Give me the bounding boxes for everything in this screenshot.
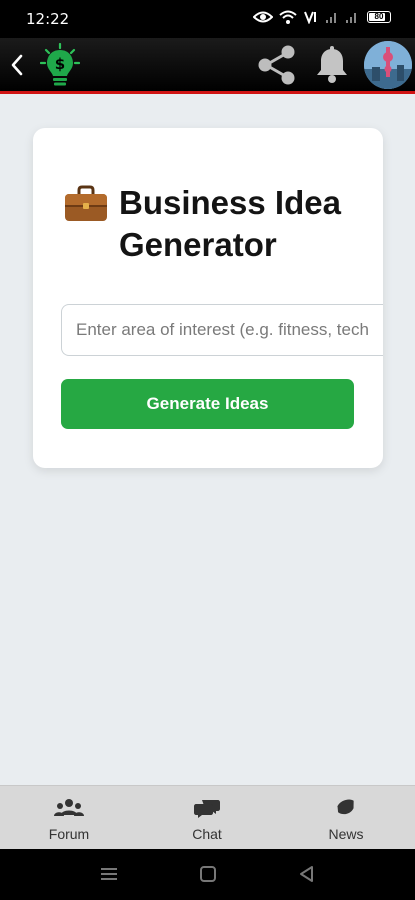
bottom-nav: Forum Chat News	[0, 785, 415, 849]
lightbulb-dollar-logo: $	[39, 42, 81, 86]
back-button[interactable]	[6, 51, 30, 79]
battery-icon: 80	[367, 11, 391, 23]
avatar[interactable]	[364, 41, 412, 89]
chat-bubbles-icon	[194, 800, 220, 818]
nav-label-news: News	[328, 826, 364, 842]
nav-item-chat[interactable]: Chat	[138, 786, 276, 850]
status-time: 12:22	[26, 10, 70, 28]
share-icon	[258, 45, 295, 85]
back-arrow-icon	[11, 54, 23, 76]
interest-input[interactable]	[61, 304, 383, 356]
home-icon[interactable]	[199, 865, 217, 883]
avatar-image	[364, 41, 412, 89]
back-triangle-icon[interactable]	[298, 865, 316, 883]
generate-ideas-button[interactable]: Generate Ideas	[61, 379, 354, 429]
battery-percent: 80	[374, 12, 384, 21]
volte-icon	[304, 11, 316, 24]
idea-generator-card: Business Idea Generator Generate Ideas	[33, 128, 383, 468]
signal-2-icon	[346, 13, 356, 23]
signal-icon	[326, 13, 336, 23]
page-title: Business Idea Generator	[119, 184, 341, 263]
main-content: Business Idea Generator Generate Ideas	[0, 97, 415, 785]
eye-icon	[253, 11, 273, 23]
users-icon	[54, 799, 84, 816]
status-icons: 80	[253, 10, 391, 24]
nav-item-forum[interactable]: Forum	[0, 786, 138, 850]
news-icon	[337, 799, 354, 815]
bell-icon	[317, 46, 347, 83]
wifi-icon	[279, 10, 297, 24]
menu-icon[interactable]	[100, 865, 118, 883]
system-nav-bar	[0, 849, 415, 900]
briefcase-icon	[63, 185, 109, 223]
status-bar: 12:22 80	[0, 0, 415, 38]
nav-item-news[interactable]: News	[277, 786, 415, 850]
nav-label-forum: Forum	[48, 826, 90, 842]
notifications-button[interactable]	[313, 45, 351, 85]
share-button[interactable]	[256, 44, 298, 86]
app-bar: $	[0, 38, 415, 94]
svg-text:$: $	[55, 55, 65, 73]
app-logo[interactable]: $	[39, 42, 81, 89]
nav-label-chat: Chat	[192, 826, 222, 842]
